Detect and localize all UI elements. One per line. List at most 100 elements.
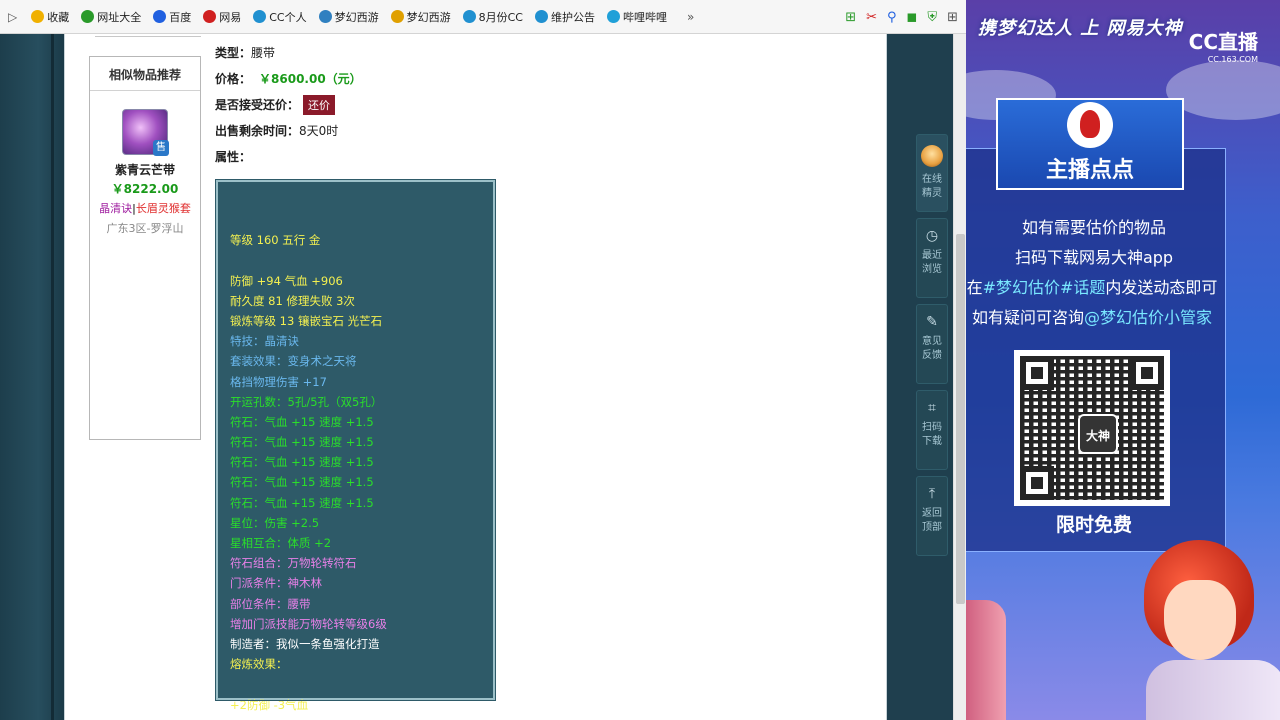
tag-skill: 晶清诀 [99, 202, 133, 215]
cut-icon[interactable]: ✂ [866, 10, 877, 25]
price-label: 价格： [215, 72, 252, 86]
similar-item-server: 广东3区-罗浮山 [106, 222, 184, 235]
bookmark-item[interactable]: 收藏 [31, 9, 69, 25]
attribute-line: 符石组合：万物轮转符石 [230, 556, 357, 571]
type-value: 腰带 [251, 46, 276, 60]
search-icon[interactable]: ⚲ [887, 10, 897, 25]
grid-icon[interactable]: ⊞ [947, 10, 958, 25]
attribute-line: 门派条件：神木林 [230, 576, 322, 591]
attribute-line: 符石：气血 +15 速度 +1.5 [230, 455, 374, 470]
scrollbar-thumb[interactable] [956, 234, 965, 604]
attribute-line: 符石：气血 +15 速度 +1.5 [230, 495, 374, 510]
overlay-line-3: 在#梦幻估价#话题内发送动态即可 [966, 278, 1218, 297]
overlay-banner: 携梦幻达人 上 网易大神 [978, 18, 1183, 39]
scan-icon: ⌗ [928, 400, 936, 416]
similar-item-price: ￥8222.00 [111, 182, 179, 196]
attribute-line: 特技：晶清诀 [230, 334, 299, 349]
left-background [0, 34, 64, 720]
attribute-line: 增加门派技能万物轮转等级6级 [230, 616, 387, 631]
bookmark-item[interactable]: CC个人 [253, 9, 307, 25]
remaining-time-label: 出售剩余时间： [215, 124, 300, 138]
item-thumbnail[interactable]: 售 [122, 109, 169, 156]
bookmark-item[interactable]: 百度 [153, 9, 191, 25]
spirit-face-icon [921, 145, 943, 167]
item-detail-page: 相似物品推荐 售 紫青云芒带 ￥8222.00 晶清诀|长眉灵猴套 广东3区-罗… [64, 34, 887, 720]
similar-items-heading: 相似物品推荐 [90, 57, 200, 91]
type-label: 类型： [215, 46, 252, 60]
attribute-line: 符石：气血 +15 速度 +1.5 [230, 475, 374, 490]
similar-item-tags: 晶清诀|长眉灵猴套 [99, 202, 191, 215]
globe-icon [81, 10, 95, 23]
attribute-line: 防御 +94 气血 +906 [230, 273, 343, 288]
character-art-left [966, 600, 1006, 720]
host-card: 主播点点 [996, 98, 1184, 190]
more-bookmarks-button[interactable]: » [687, 10, 694, 24]
cc-icon [462, 10, 476, 23]
host-title: 主播点点 [1045, 158, 1134, 183]
attribute-line: 星位：伤害 +2.5 [230, 515, 320, 530]
browser-tools: ⊞ ✂ ⚲ ◼ ⛨ ⊞ [845, 0, 958, 34]
gamepad-icon[interactable]: ◼ [907, 10, 918, 25]
attribute-line [230, 674, 493, 694]
bookmark-item[interactable]: 维护公告 [534, 9, 595, 25]
bookmark-item[interactable]: 哔哩哔哩 [606, 9, 667, 25]
bilibili-icon [606, 10, 620, 23]
sidebar-toggle-icon[interactable]: ▷ [8, 10, 17, 24]
scrollbar[interactable] [953, 34, 966, 720]
arrow-up-icon: ⤒ [928, 486, 936, 502]
host-avatar [1067, 102, 1113, 148]
attribute-line: 符石：气血 +15 速度 +1.5 [230, 414, 374, 429]
game-icon [390, 10, 404, 23]
attribute-line: +2防御 -3气血 [230, 697, 309, 712]
overlay-line-4: 如有疑问可咨询@梦幻估价小管家 [971, 308, 1213, 327]
side-tool-edit[interactable]: ✎ 意见 反馈 [916, 304, 948, 384]
attribute-line: 星相互合：体质 +2 [230, 536, 332, 550]
item-attributes-box: 等级 160 五行 金防御 +94 气血 +906 耐久度 81 修理失败 3次锻… [215, 179, 496, 712]
counter-offer-label: 是否接受还价： [215, 98, 300, 112]
shield-icon[interactable]: ⛨ [927, 10, 937, 25]
sale-badge: 售 [153, 140, 169, 156]
notice-icon [534, 10, 548, 23]
bookmark-item[interactable]: 网址大全 [81, 9, 141, 25]
side-toolbar: 在线 精灵 ◷ 最近 浏览 ✎ 意见 反馈 ⌗ 扫码 下载 ⤒ 返回 顶部 [916, 134, 950, 562]
side-tool-spirit-face[interactable]: 在线 精灵 [916, 134, 948, 212]
extension-icon[interactable]: ⊞ [845, 10, 856, 25]
character-art [1126, 520, 1280, 720]
attribute-line: 制造者：我似一条鱼强化打造 [230, 636, 380, 651]
attribute-line [230, 250, 493, 270]
side-tool-clock[interactable]: ◷ 最近 浏览 [916, 218, 948, 298]
attribute-line [230, 210, 493, 230]
cc-icon [253, 10, 267, 23]
qr-code: 大神 [1014, 350, 1170, 506]
star-icon [31, 10, 45, 23]
attribute-line: 套装效果：变身术之天将 [230, 354, 357, 369]
attribute-line: 开运孔数：5孔/5孔（双5孔） [230, 394, 383, 409]
bookmark-item[interactable]: 梦幻西游 [390, 9, 451, 25]
edit-icon: ✎ [926, 314, 938, 330]
attribute-line: 耐久度 81 修理失败 3次 [230, 293, 355, 308]
cc-logo: CC直播 CC.163.COM [1188, 30, 1258, 64]
netease-icon [203, 10, 217, 23]
attribute-line: 等级 160 五行 金 [230, 233, 321, 248]
attribute-line: 部位条件：腰带 [230, 596, 311, 611]
bookmark-item[interactable]: 8月份CC [462, 9, 523, 25]
similar-item-name[interactable]: 紫青云芒带 [90, 161, 200, 178]
attribute-line: 熔炼效果： [230, 657, 288, 672]
clock-icon: ◷ [925, 228, 939, 244]
cc-live-overlay: 携梦幻达人 上 网易大神 CC直播 CC.163.COM 主播点点 如有需要估价的… [966, 0, 1280, 720]
bookmark-bar: ▷ 收藏 网址大全 百度 网易 CC个人 梦幻西游 梦幻西游 8月份CC 维护公告 哔哩哔哩 » … [0, 0, 966, 34]
attributes-label: 属性： [215, 150, 252, 164]
side-tool-arrow-up[interactable]: ⤒ 返回 顶部 [916, 476, 948, 556]
price-value: ￥8600.00（元） [259, 72, 362, 86]
attribute-line: 格挡物理伤害 +17 [230, 374, 327, 389]
bookmark-item[interactable]: 梦幻西游 [318, 9, 379, 25]
bookmark-item[interactable]: 网易 [203, 9, 241, 25]
qr-center-logo: 大神 [1078, 414, 1118, 454]
side-tool-scan[interactable]: ⌗ 扫码 下载 [916, 390, 948, 470]
counter-offer-button[interactable]: 还价 [303, 95, 336, 115]
attribute-line: 锻炼等级 13 镶嵌宝石 光芒石 [230, 313, 383, 328]
attribute-line: 符石：气血 +15 速度 +1.5 [230, 435, 374, 450]
tag-suit: 长眉灵猴套 [135, 202, 191, 215]
overlay-line-1: 如有需要估价的物品 [1021, 218, 1166, 237]
remaining-time-value: 8天0时 [299, 124, 339, 138]
